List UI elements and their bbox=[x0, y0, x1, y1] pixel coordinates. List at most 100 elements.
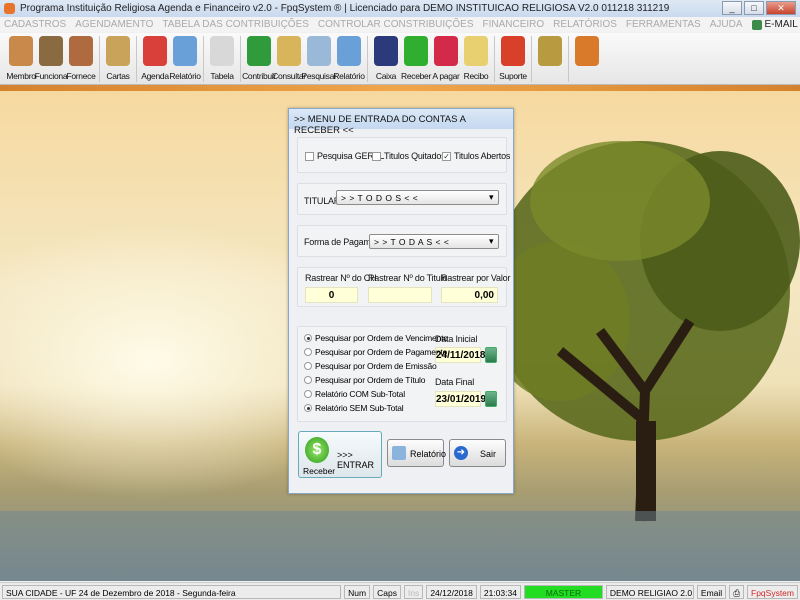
menu-item[interactable]: AGENDAMENTO bbox=[75, 19, 153, 30]
toolbar-separator bbox=[136, 36, 137, 82]
report-button[interactable]: Relatório bbox=[387, 439, 447, 467]
payment-method-select[interactable]: > > T O D A S < < bbox=[369, 234, 499, 249]
members-icon bbox=[9, 36, 33, 66]
menu-bar: CADASTROS AGENDAMENTO TABELA DAS CONTRIBUI… bbox=[0, 17, 800, 32]
calendar-icon[interactable] bbox=[485, 391, 497, 407]
toolbar-label: Suporte bbox=[499, 71, 527, 81]
radio-icon bbox=[304, 404, 312, 412]
report-label: Relatório bbox=[410, 449, 447, 459]
toolbar-button[interactable]: A pagar bbox=[431, 34, 461, 84]
checkbox-titulos-quitados[interactable]: Titulos Quitados bbox=[372, 151, 446, 162]
search-document-icon bbox=[307, 36, 331, 66]
menu-item[interactable]: CONTROLAR CONSTRIBUIÇÕES bbox=[318, 19, 474, 30]
maximize-button[interactable]: □ bbox=[744, 1, 764, 15]
status-caps: Caps bbox=[373, 584, 401, 599]
radio-label: Pesquisar por Ordem de Pagamento bbox=[315, 347, 448, 357]
menu-item[interactable]: FERRAMENTAS bbox=[626, 19, 701, 30]
toolbar-label: Relatório bbox=[169, 71, 201, 81]
employee-icon bbox=[39, 36, 63, 66]
close-button[interactable]: ✕ bbox=[766, 1, 796, 15]
checkbox-label: Titulos Abertos bbox=[454, 151, 511, 161]
printer-icon bbox=[392, 446, 406, 460]
radio-option[interactable]: Relatório COM Sub-Total bbox=[304, 389, 405, 399]
toolbar-button[interactable]: Tabela bbox=[207, 34, 237, 84]
toolbar-label: Relatório bbox=[333, 71, 365, 81]
menu-item-email[interactable]: E-MAIL bbox=[751, 19, 798, 30]
payment-group: Forma de Pagamento > > T O D A S < < bbox=[297, 225, 507, 257]
toolbar-button[interactable]: Pesquisar bbox=[301, 34, 337, 84]
radio-label: Relatório COM Sub-Total bbox=[315, 389, 405, 399]
checkbox-icon bbox=[305, 152, 314, 162]
radio-option[interactable]: Pesquisar por Ordem de Vencimento bbox=[304, 333, 448, 343]
end-date-input[interactable]: 23/01/2019 bbox=[435, 391, 486, 407]
track-title-label: Rastrear Nº do Titulo bbox=[368, 273, 448, 283]
radio-option[interactable]: Relatório SEM Sub-Total bbox=[304, 403, 404, 413]
supplier-icon bbox=[69, 36, 93, 66]
toolbar-button[interactable]: Consultar bbox=[272, 34, 306, 84]
track-title-input[interactable] bbox=[368, 287, 432, 303]
track-check-input[interactable]: 0 bbox=[305, 287, 358, 303]
radio-label: Pesquisar por Ordem de Emissão bbox=[315, 361, 437, 371]
toolbar-button[interactable]: Recibo bbox=[461, 34, 491, 84]
titular-select[interactable]: > > T O D O S < < bbox=[336, 190, 499, 205]
radio-icon bbox=[304, 348, 312, 356]
toolbar-label: Caixa bbox=[375, 71, 397, 81]
toolbar-button[interactable]: Relatório bbox=[333, 34, 365, 84]
toolbar-separator bbox=[494, 36, 495, 82]
scroll-icon bbox=[106, 36, 130, 66]
toolbar-button[interactable]: Suporte bbox=[498, 34, 528, 84]
file-box-icon bbox=[277, 36, 301, 66]
toolbar-button[interactable]: Relatório bbox=[169, 34, 201, 84]
toolbar-button[interactable]: Receber bbox=[401, 34, 431, 84]
track-value-label: Rastrear por Valor bbox=[441, 273, 511, 283]
status-bar: SUA CIDADE - UF 24 de Dezembro de 2018 -… bbox=[0, 582, 800, 600]
toolbar-separator bbox=[568, 36, 569, 82]
title-bar: Programa Instituição Religiosa Agenda e … bbox=[0, 0, 800, 17]
toolbar-button[interactable]: Membro bbox=[6, 34, 36, 84]
toolbar-button[interactable]: Funciona bbox=[34, 34, 68, 84]
dollar-list-icon bbox=[247, 36, 271, 66]
email-label: E-MAIL bbox=[764, 19, 798, 30]
track-value-input[interactable]: 0,00 bbox=[441, 287, 498, 303]
status-num: Num bbox=[344, 584, 371, 599]
checkbox-titulos-abertos[interactable]: ✓ Titulos Abertos bbox=[442, 151, 511, 162]
enter-label: >>> ENTRAR bbox=[337, 450, 375, 470]
toolbar-label: Funciona bbox=[34, 71, 68, 81]
status-user: MASTER bbox=[523, 584, 603, 599]
toolbar-button[interactable]: Cartas bbox=[103, 34, 133, 84]
menu-item[interactable]: AJUDA bbox=[710, 19, 743, 30]
menu-item[interactable]: TABELA DAS CONTRIBUIÇÕES bbox=[162, 19, 309, 30]
filter-group: Pesquisa GERAL Titulos Quitados ✓ Titulos… bbox=[297, 137, 511, 173]
calendar-icon[interactable] bbox=[485, 347, 497, 363]
toolbar-button[interactable]: Fornece bbox=[66, 34, 96, 84]
minimize-button[interactable]: _ bbox=[722, 1, 742, 15]
support-icon bbox=[501, 36, 525, 66]
checkbox-icon: ✓ bbox=[442, 152, 451, 162]
menu-item[interactable]: FINANCEIRO bbox=[483, 19, 545, 30]
toolbar-label: Recibo bbox=[463, 71, 489, 81]
radio-option[interactable]: Pesquisar por Ordem de Título bbox=[304, 375, 425, 385]
status-ins: Ins bbox=[403, 584, 424, 599]
radio-option[interactable]: Pesquisar por Ordem de Emissão bbox=[304, 361, 437, 371]
checkbox-label: Titulos Quitados bbox=[384, 151, 446, 161]
toolbar-button[interactable] bbox=[535, 34, 565, 84]
status-email[interactable]: Email bbox=[696, 584, 727, 599]
toolbar-button[interactable] bbox=[572, 34, 602, 84]
receipt-icon bbox=[464, 36, 488, 66]
menu-item[interactable]: RELATÓRIOS bbox=[553, 19, 617, 30]
toolbar-separator bbox=[531, 36, 532, 82]
toolbar-button[interactable]: Caixa bbox=[371, 34, 401, 84]
printer-icon[interactable]: ⎙ bbox=[729, 584, 744, 599]
toolbar-label: Cartas bbox=[106, 71, 130, 81]
printer-icon bbox=[337, 36, 361, 66]
exit-button[interactable]: ➜ Sair bbox=[449, 439, 506, 467]
arrow-right-icon: ➜ bbox=[454, 446, 468, 460]
toolbar-button[interactable]: Contribuir bbox=[242, 34, 276, 84]
radio-option[interactable]: Pesquisar por Ordem de Pagamento bbox=[304, 347, 447, 357]
toolbar-button[interactable]: Agenda bbox=[140, 34, 170, 84]
menu-item[interactable]: CADASTROS bbox=[4, 19, 66, 30]
cash-book-icon bbox=[374, 36, 398, 66]
titular-group: TITULAR > > T O D O S < < bbox=[297, 183, 507, 215]
status-time: 21:03:34 bbox=[479, 584, 521, 599]
enter-receive-button[interactable]: $ >>> ENTRAR Receber bbox=[298, 431, 382, 478]
